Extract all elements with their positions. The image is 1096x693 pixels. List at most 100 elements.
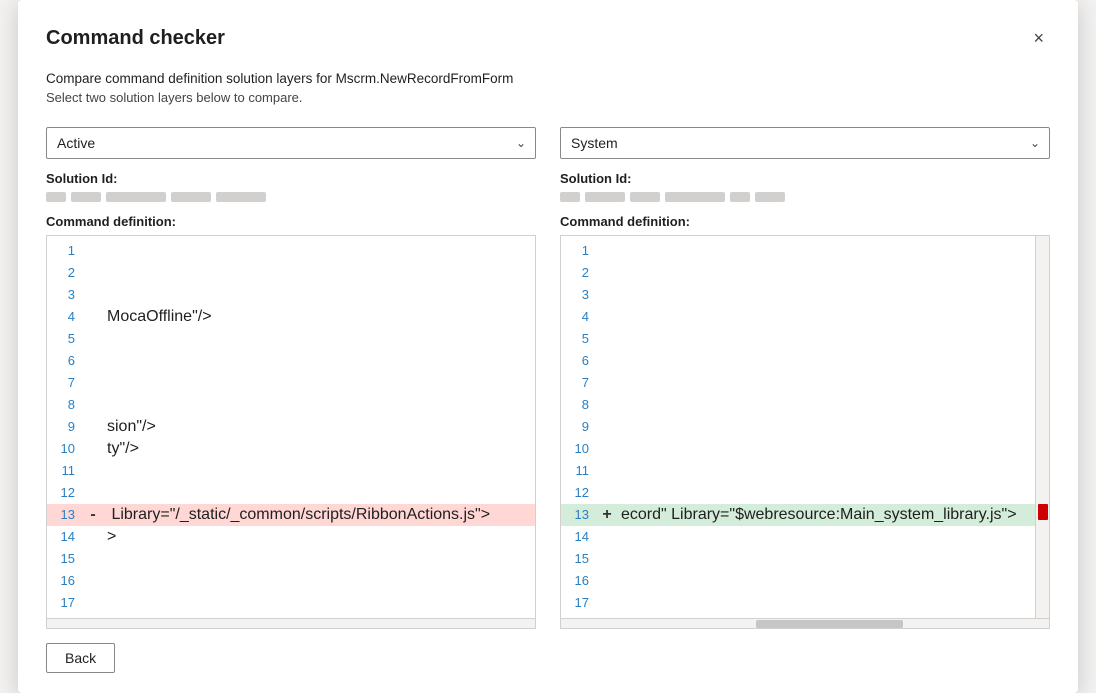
right-line-content-2 (617, 262, 1035, 284)
back-button[interactable]: Back (46, 643, 115, 673)
left-line-number-4: 4 (47, 306, 83, 328)
right-line-10: 10 (561, 438, 1035, 460)
close-button[interactable]: × (1027, 24, 1050, 53)
right-diff-marker-3 (597, 284, 617, 306)
left-solution-id-value (46, 192, 536, 202)
left-line-number-11: 11 (47, 460, 83, 482)
left-code-editor[interactable]: 1234MocaOffline"/>56789sion"/>10ty"/>111… (46, 235, 536, 629)
right-line-content-5 (617, 328, 1035, 350)
right-line-number-17: 17 (561, 592, 597, 614)
right-scrollbar-thumb[interactable] (756, 620, 902, 628)
right-diff-marker-16 (597, 570, 617, 592)
left-line-10: 10ty"/> (47, 438, 535, 460)
right-line-content-3 (617, 284, 1035, 306)
right-line-number-8: 8 (561, 394, 597, 416)
right-line-content-11 (617, 460, 1035, 482)
left-diff-marker-5 (83, 328, 103, 350)
left-line-content-9: sion"/> (103, 416, 535, 438)
right-diff-marker-4 (597, 306, 617, 328)
right-line-1: 1 (561, 240, 1035, 262)
right-horizontal-scrollbar[interactable] (561, 618, 1049, 628)
right-line-number-12: 12 (561, 482, 597, 504)
left-line-content-3 (103, 284, 535, 306)
right-line-number-16: 16 (561, 570, 597, 592)
left-line-content-8 (103, 394, 535, 416)
left-solution-id-block-5 (216, 192, 266, 202)
right-line-number-15: 15 (561, 548, 597, 570)
left-line-7: 7 (47, 372, 535, 394)
right-vertical-scrollbar[interactable] (1035, 236, 1049, 618)
left-line-content-2 (103, 262, 535, 284)
right-diff-marker-14 (597, 526, 617, 548)
left-line-number-16: 16 (47, 570, 83, 592)
left-line-14: 14> (47, 526, 535, 548)
left-line-number-1: 1 (47, 240, 83, 262)
left-line-4: 4 MocaOffline"/> (47, 306, 535, 328)
left-line-number-13: 13 (47, 504, 83, 526)
left-horizontal-scrollbar[interactable] (47, 618, 535, 628)
right-solution-id-value (560, 192, 1050, 202)
right-line-number-6: 6 (561, 350, 597, 372)
right-line-content-10 (617, 438, 1035, 460)
left-line-number-15: 15 (47, 548, 83, 570)
left-line-16: 16 (47, 570, 535, 592)
right-line-content-6 (617, 350, 1035, 372)
right-code-scroll[interactable]: 12345678910111213+ecord" Library="$webre… (561, 236, 1035, 618)
right-diff-marker-10 (597, 438, 617, 460)
left-line-content-12 (103, 482, 535, 504)
right-scrollbar-diff-mark (1038, 504, 1048, 520)
sub-description-text: Select two solution layers below to comp… (46, 90, 1050, 105)
right-diff-marker-6 (597, 350, 617, 372)
left-line-number-12: 12 (47, 482, 83, 504)
right-solution-id-block-5 (730, 192, 750, 202)
right-line-number-1: 1 (561, 240, 597, 262)
left-line-content-4: MocaOffline"/> (103, 306, 535, 328)
right-line-content-7 (617, 372, 1035, 394)
right-line-number-3: 3 (561, 284, 597, 306)
right-code-lines: 12345678910111213+ecord" Library="$webre… (561, 236, 1035, 618)
left-line-number-6: 6 (47, 350, 83, 372)
right-dropdown[interactable]: Active System (560, 127, 1050, 159)
left-diff-marker-4 (83, 306, 103, 328)
right-line-content-9 (617, 416, 1035, 438)
right-line-number-7: 7 (561, 372, 597, 394)
right-code-editor-inner: 12345678910111213+ecord" Library="$webre… (561, 236, 1049, 618)
left-line-content-16 (103, 570, 535, 592)
right-dropdown-wrapper: Active System ⌄ (560, 127, 1050, 159)
left-line-12: 12 (47, 482, 535, 504)
left-line-number-8: 8 (47, 394, 83, 416)
right-diff-marker-17 (597, 592, 617, 614)
right-line-5: 5 (561, 328, 1035, 350)
left-diff-marker-6 (83, 350, 103, 372)
left-line-9: 9sion"/> (47, 416, 535, 438)
right-line-content-12 (617, 482, 1035, 504)
right-line-11: 11 (561, 460, 1035, 482)
right-line-2: 2 (561, 262, 1035, 284)
left-diff-marker-17 (83, 592, 103, 614)
left-diff-marker-1 (83, 240, 103, 262)
left-solution-id-label: Solution Id: (46, 171, 536, 186)
left-diff-marker-11 (83, 460, 103, 482)
left-line-content-11 (103, 460, 535, 482)
left-solution-id-block-4 (171, 192, 211, 202)
dialog-title: Command checker (46, 27, 225, 50)
right-diff-marker-2 (597, 262, 617, 284)
right-line-number-14: 14 (561, 526, 597, 548)
dialog-footer: Back (46, 643, 1050, 673)
left-line-13: 13- Library="/_static/_common/scripts/Ri… (47, 504, 535, 526)
left-line-content-15 (103, 548, 535, 570)
left-dropdown-wrapper: Active System ⌄ (46, 127, 536, 159)
left-dropdown[interactable]: Active System (46, 127, 536, 159)
right-line-content-15 (617, 548, 1035, 570)
left-diff-marker-7 (83, 372, 103, 394)
right-diff-marker-8 (597, 394, 617, 416)
left-diff-marker-13: - (83, 504, 103, 526)
right-line-number-2: 2 (561, 262, 597, 284)
left-panel: Active System ⌄ Solution Id: Command def… (46, 127, 536, 629)
left-code-scroll[interactable]: 1234MocaOffline"/>56789sion"/>10ty"/>111… (47, 236, 535, 618)
left-line-11: 11 (47, 460, 535, 482)
right-line-6: 6 (561, 350, 1035, 372)
right-code-editor[interactable]: 12345678910111213+ecord" Library="$webre… (560, 235, 1050, 629)
right-line-9: 9 (561, 416, 1035, 438)
left-line-content-13: Library="/_static/_common/scripts/Ribbon… (103, 504, 535, 526)
